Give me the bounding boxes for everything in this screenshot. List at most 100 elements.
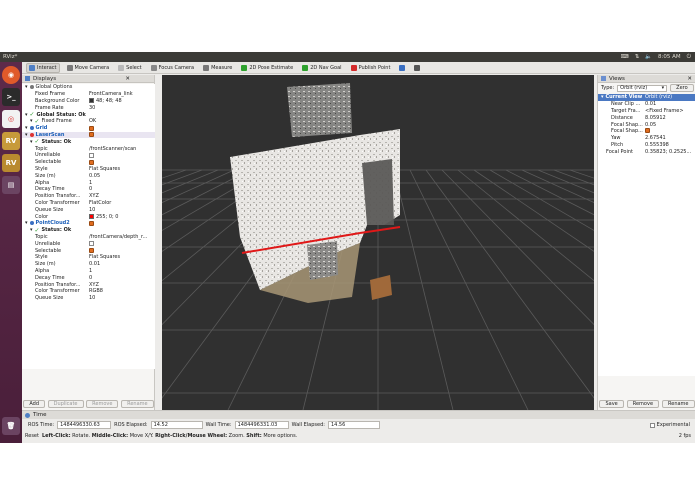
expand-arrow-icon[interactable]: ▾ (25, 220, 28, 226)
scene-canvas[interactable] (162, 75, 594, 410)
keyboard-icon[interactable]: ⌨ (621, 54, 629, 60)
enabled-checkbox[interactable] (89, 159, 94, 165)
remove-button[interactable]: Remove (86, 400, 119, 408)
tree-row[interactable]: Color Transformer RGB8 (22, 288, 155, 295)
power-icon[interactable]: ⏻ (687, 54, 691, 61)
rename-button[interactable]: Rename (121, 400, 154, 408)
property-value[interactable]: 0 (89, 275, 92, 281)
tree-row[interactable]: Selectable (22, 159, 155, 166)
zero-button[interactable]: Zero (670, 84, 694, 92)
expand-arrow-icon[interactable]: ▾ (30, 118, 33, 124)
tool-2d-nav-goal[interactable]: 2D Nav Goal (300, 63, 343, 73)
expand-arrow-icon[interactable]: ▾ (25, 125, 28, 131)
property-value[interactable]: 0.05 (89, 173, 100, 179)
terminal-icon[interactable]: >_ (2, 88, 20, 106)
tree-row[interactable]: Position Transfor... XYZ (22, 193, 155, 200)
view-type-select[interactable]: Orbit (rviz) ▾ (617, 84, 668, 92)
enabled-checkbox[interactable] (645, 127, 650, 133)
property-value[interactable]: 0.01 (645, 101, 656, 107)
tree-row[interactable]: Queue Size 10 (22, 206, 155, 213)
trash-icon[interactable]: 🗑 (2, 417, 20, 435)
property-value[interactable]: 0 (89, 186, 92, 192)
tree-row[interactable]: Size (m) 0.01 (22, 261, 155, 268)
experimental-toggle[interactable]: Experimental (649, 422, 690, 428)
tool-focus-camera[interactable]: Focus Camera (149, 63, 197, 73)
property-value[interactable] (89, 125, 94, 131)
property-value[interactable]: 10 (89, 207, 95, 213)
property-value[interactable]: 255; 0; 0 (89, 214, 118, 220)
tree-row[interactable]: ▾ ✓ Status: Ok (22, 138, 155, 145)
volume-icon[interactable]: 🔈 (645, 54, 652, 60)
expand-arrow-icon[interactable]: ▾ (30, 227, 33, 233)
remove-button[interactable]: Remove (626, 400, 660, 408)
expand-arrow-icon[interactable]: ▾ (30, 139, 33, 145)
tool-select[interactable]: Select (116, 63, 143, 73)
expand-arrow-icon[interactable]: ▾ (25, 132, 28, 138)
property-value[interactable]: OK (89, 118, 96, 124)
ros-elapsed-field[interactable]: 14.52 (150, 421, 203, 429)
property-value[interactable]: 0.01 (89, 261, 100, 267)
tree-row[interactable]: Unreliable (22, 152, 155, 159)
property-value[interactable] (89, 220, 94, 226)
property-value[interactable]: <Fixed Frame> (645, 108, 684, 114)
property-value[interactable]: 10 (89, 295, 95, 301)
property-value[interactable] (89, 152, 94, 158)
files-icon[interactable]: ▤ (2, 176, 20, 194)
reset-button[interactable]: Reset (25, 433, 39, 439)
wall-time-field[interactable]: 1484496331.03 (234, 421, 289, 429)
tree-row[interactable]: Unreliable (22, 240, 155, 247)
tool-minus-icon[interactable] (412, 63, 422, 73)
tree-row[interactable]: Alpha 1 (22, 179, 155, 186)
expand-arrow-icon[interactable]: ▾ (25, 84, 28, 90)
property-value[interactable]: XYZ (89, 282, 99, 288)
tree-row[interactable]: Alpha 1 (22, 268, 155, 275)
rename-button[interactable]: Rename (662, 400, 695, 408)
tree-row[interactable]: Focal Point 0.35823; 0.2525... (598, 148, 695, 155)
tool-measure[interactable]: Measure (201, 63, 234, 73)
tree-row[interactable]: Color Transformer FlatColor (22, 200, 155, 207)
tree-row[interactable]: ▾ ✓ Fixed Frame OK (22, 118, 155, 125)
add-button[interactable]: Add (23, 400, 46, 408)
tree-row[interactable]: ▾ Global Options (22, 84, 155, 91)
ros-time-field[interactable]: 1484496330.63 (57, 421, 112, 429)
tree-row[interactable]: Near Clip ... 0.01 (598, 101, 695, 108)
property-value[interactable]: /frontScanner/scan (89, 146, 136, 152)
property-value[interactable]: 0.35823; 0.2525... (645, 149, 691, 155)
property-value[interactable]: 8.05912 (645, 115, 666, 121)
tree-row[interactable]: Style Flat Squares (22, 254, 155, 261)
property-value[interactable] (89, 248, 94, 254)
enabled-checkbox[interactable] (89, 132, 94, 138)
tree-row[interactable]: Selectable (22, 247, 155, 254)
color-swatch[interactable] (89, 98, 94, 104)
tree-row[interactable]: Style Flat Squares (22, 166, 155, 173)
chrome-icon[interactable]: ◎ (2, 110, 20, 128)
tree-row[interactable]: ▾ Current View Orbit (rviz) (598, 94, 695, 101)
expand-arrow-icon[interactable]: ▾ (601, 94, 604, 100)
tree-row[interactable]: Decay Time 0 (22, 186, 155, 193)
color-swatch[interactable] (89, 214, 94, 220)
property-value[interactable] (89, 159, 94, 165)
enabled-checkbox[interactable] (89, 220, 94, 226)
disabled-checkbox[interactable] (89, 152, 94, 158)
property-value[interactable]: 0.555398 (645, 142, 669, 148)
tree-row[interactable]: Topic/frontScanner/scan (22, 145, 155, 152)
tool-interact[interactable]: Interact (26, 62, 60, 73)
property-value[interactable] (89, 132, 94, 138)
clock[interactable]: 8:05 AM (658, 54, 681, 60)
enabled-checkbox[interactable] (89, 125, 94, 131)
tree-row[interactable]: Size (m) 0.05 (22, 172, 155, 179)
tree-row[interactable]: Pitch 0.555398 (598, 142, 695, 149)
disabled-checkbox[interactable] (89, 241, 94, 247)
property-value[interactable]: XYZ (89, 193, 99, 199)
3d-viewport[interactable] (162, 75, 594, 410)
tree-row[interactable]: Fixed Frame FrontCamera_link (22, 91, 155, 98)
property-value[interactable]: 2.67541 (645, 135, 666, 141)
expand-arrow-icon[interactable]: ▾ (25, 112, 28, 118)
tree-row[interactable]: ▾ Grid (22, 125, 155, 132)
property-value[interactable]: RGB8 (89, 288, 103, 294)
property-value[interactable]: FrontCamera_link (89, 91, 133, 97)
enabled-checkbox[interactable] (89, 248, 94, 254)
tree-row[interactable]: Background Color 48; 48; 48 (22, 98, 155, 105)
tree-row[interactable]: ▾ ✓ Status: Ok (22, 227, 155, 234)
property-value[interactable] (89, 241, 94, 247)
